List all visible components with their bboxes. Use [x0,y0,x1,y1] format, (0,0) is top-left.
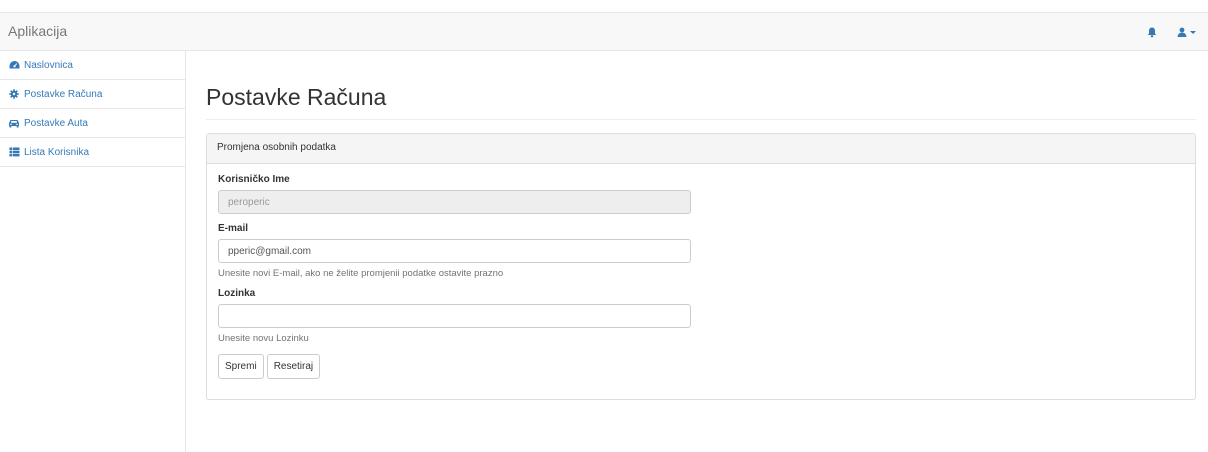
dashboard-icon [8,59,20,71]
chevron-down-icon [1190,30,1196,34]
bell-icon [1147,27,1157,38]
reset-button[interactable]: Resetiraj [266,354,321,379]
form-buttons: Spremi Resetiraj [218,354,1184,379]
username-label: Korisničko Ime [218,174,290,185]
account-settings-panel: Promjena osobnih podatka Korisničko Ime … [206,133,1196,400]
email-field[interactable]: pperic@gmail.com [218,239,691,263]
page-title: Postavke Računa [206,84,1196,120]
gear-icon [8,88,20,100]
navbar: Aplikacija [0,12,1208,51]
password-help-text: Unesite novu Lozinku [218,333,309,344]
panel-heading: Promjena osobnih podatka [207,134,1195,164]
navbar-right [1137,13,1208,51]
app-brand[interactable]: Aplikacija [8,23,67,39]
username-group: Korisničko Ime peroperic [218,174,1184,214]
main-content: Postavke Računa Promjena osobnih podatka… [206,51,1196,400]
password-field[interactable] [218,304,691,328]
password-group: Lozinka Unesite novu Lozinku [218,288,1184,344]
top-strip [0,0,1208,12]
sidebar-item-label: Postavke Računa [24,88,103,100]
email-help-text: Unesite novi E-mail, ako ne želite promj… [218,268,504,279]
user-icon [1177,27,1187,37]
sidebar-item-label: Naslovnica [24,59,73,71]
sidebar-item-lista-korisnika[interactable]: Lista Korisnika [0,138,185,167]
sidebar-item-label: Lista Korisnika [24,146,90,158]
email-group: E-mail pperic@gmail.com Unesite novi E-m… [218,223,1184,279]
email-label: E-mail [218,223,249,234]
car-icon [8,117,20,129]
sidebar-item-postavke-auta[interactable]: Postavke Auta [0,109,185,138]
save-button[interactable]: Spremi [218,354,264,379]
sidebar-item-label: Postavke Auta [24,117,88,129]
user-menu-button[interactable] [1167,13,1208,51]
list-icon [8,146,20,158]
sidebar-item-naslovnica[interactable]: Naslovnica [0,51,185,80]
sidebar-item-postavke-racuna[interactable]: Postavke Računa [0,80,185,109]
password-label: Lozinka [218,288,256,299]
username-field: peroperic [218,190,691,214]
panel-body: Korisničko Ime peroperic E-mail pperic@g… [207,164,1195,389]
notifications-button[interactable] [1137,13,1167,51]
sidebar: Naslovnica Postavke Računa Postavke Auta… [0,51,186,452]
